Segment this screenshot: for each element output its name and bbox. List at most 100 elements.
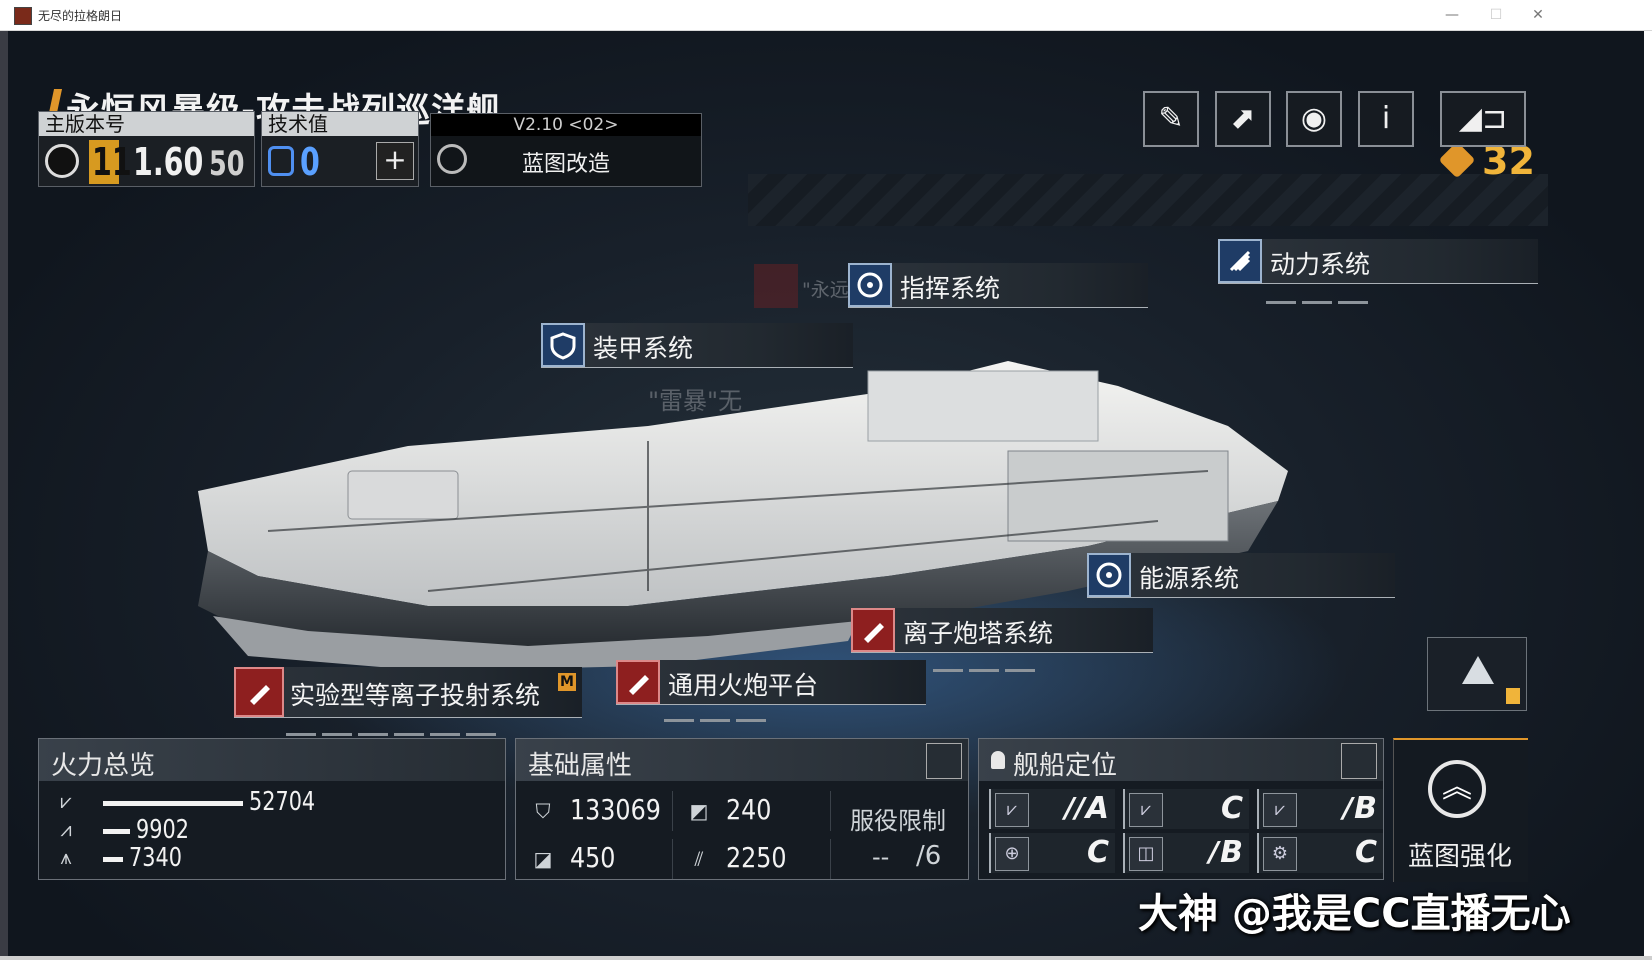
- positioning-switch-button[interactable]: [1341, 743, 1377, 779]
- role-cell[interactable]: ⩗ C: [1123, 789, 1249, 829]
- role-cell[interactable]: ⩗ //A: [989, 789, 1115, 829]
- tech-add-button[interactable]: +: [376, 142, 414, 180]
- firepower-bar: [103, 829, 130, 834]
- view-icon: ◉: [1300, 101, 1328, 136]
- system-command[interactable]: 指挥系统: [848, 263, 1148, 308]
- role-prefix: //: [1064, 791, 1085, 824]
- support-icon: ◫: [1129, 837, 1163, 871]
- back-icon: ◢⊐: [1458, 101, 1508, 136]
- firepower-bar: [103, 801, 243, 806]
- enhance-label: 蓝图强化: [1408, 842, 1513, 872]
- system-energy[interactable]: 能源系统: [1087, 553, 1395, 598]
- watermark: 大神 @我是CC直播无心: [1138, 891, 1571, 937]
- anti-ship-icon: ⩗: [1263, 793, 1297, 827]
- hp-shield-icon: ⛉: [535, 799, 551, 823]
- service-limit-label: 服役限制: [850, 807, 946, 835]
- command-ghost-icon: [754, 264, 798, 308]
- version-level: 11: [92, 140, 132, 184]
- attributes-panel: 基础属性 ⛉ 133069 ◩ 240 ◪ 450 ⫽ 2250 服役限制 --…: [515, 738, 969, 880]
- armor-value: 240: [726, 793, 772, 826]
- role-cell[interactable]: ◫ / B: [1123, 833, 1249, 873]
- role-grade: B: [1220, 835, 1243, 870]
- command-icon: [848, 263, 892, 307]
- role-grade: C: [1086, 835, 1109, 870]
- experimental-slots: [286, 721, 502, 736]
- siege-icon: ⩚: [60, 845, 72, 869]
- blueprint-box[interactable]: V2.10 <02> 蓝图改造: [430, 113, 702, 187]
- system-power[interactable]: 动力系统: [1218, 239, 1538, 284]
- gear-icon: ⚙: [1263, 837, 1297, 871]
- blueprint-modify-label: 蓝图改造: [521, 152, 610, 177]
- bottom-edge: [0, 956, 1652, 960]
- armor-stat-icon: ◩: [689, 799, 709, 823]
- system-gun-platform[interactable]: 通用火炮平台: [616, 660, 926, 705]
- positioning-header: 舰船定位: [979, 739, 1383, 781]
- power-slots: [1266, 289, 1374, 304]
- ion-turret-label: 离子炮塔系统: [903, 619, 1054, 648]
- game-viewport: 永恒风暴级-攻击战列巡洋舰 主版本号 11 1.60 50 技术值 0 + V2…: [8, 31, 1644, 956]
- firepower-value: 7340: [129, 843, 182, 873]
- speed-value: 2250: [726, 841, 787, 874]
- attributes-copy-button[interactable]: [926, 743, 962, 779]
- service-limit-value: --: [872, 843, 890, 871]
- version-label: 主版本号: [39, 112, 254, 136]
- fleet-upgrade-button[interactable]: [1427, 637, 1527, 711]
- experimental-label: 实验型等离子投射系统: [290, 681, 541, 710]
- target-icon: ⊕: [995, 837, 1029, 871]
- hp-cell: ⛉ 133069: [516, 791, 673, 831]
- role-grade: A: [1085, 791, 1109, 826]
- minimize-button[interactable]: —: [1432, 4, 1472, 26]
- upgrade-arrow-icon: [1462, 656, 1494, 684]
- version-gear-icon: [45, 144, 79, 178]
- firepower-value: 52704: [249, 787, 316, 817]
- shield-value: 450: [570, 841, 616, 874]
- armor-icon: [541, 323, 585, 367]
- share-button[interactable]: ⬈: [1215, 91, 1271, 147]
- system-ion-turret[interactable]: 离子炮塔系统: [851, 608, 1153, 653]
- ion-turret-slots: [933, 657, 1041, 672]
- close-button[interactable]: ✕: [1518, 4, 1558, 26]
- back-button[interactable]: ◢⊐: [1440, 91, 1526, 147]
- role-prefix: /: [1342, 791, 1353, 824]
- experimental-badge: M: [558, 673, 576, 691]
- gun-platform-slots: [664, 707, 772, 722]
- power-label: 动力系统: [1270, 250, 1371, 279]
- speed-cell: ⫽ 2250: [674, 839, 831, 879]
- command-label: 指挥系统: [900, 274, 1001, 303]
- info-button[interactable]: i: [1358, 91, 1414, 147]
- enhance-chevron-icon: ︽: [1428, 760, 1486, 818]
- firepower-header: 火力总览: [39, 739, 505, 781]
- ship-missile-pod: [347, 470, 459, 520]
- positioning-pin-icon: [991, 751, 1005, 769]
- version-level-badge: 11: [89, 140, 132, 184]
- hp-value: 133069: [570, 793, 661, 826]
- power-icon: [1218, 239, 1262, 283]
- armor-label: 装甲系统: [593, 334, 694, 363]
- system-armor[interactable]: 装甲系统: [541, 323, 853, 368]
- tech-box: 技术值 0 +: [261, 111, 419, 187]
- system-experimental[interactable]: 实验型等离子投射系统 M: [234, 667, 582, 718]
- info-icon: i: [1381, 101, 1391, 136]
- view-button[interactable]: ◉: [1286, 91, 1342, 147]
- blueprint-enhance-button[interactable]: ︽ 蓝图强化: [1393, 738, 1528, 882]
- anti-ship-icon: ⩗: [60, 789, 72, 813]
- role-cell[interactable]: ⩗ / B: [1257, 789, 1383, 829]
- firepower-bar: [103, 857, 123, 862]
- ship-engine-block: [1007, 450, 1229, 542]
- firepower-title: 火力总览: [51, 751, 156, 781]
- window-title: 无尽的拉格朗日: [38, 9, 123, 23]
- role-cell[interactable]: ⚙ C: [1257, 833, 1383, 873]
- tech-icon: [268, 146, 294, 176]
- maximize-button[interactable]: ☐: [1476, 4, 1516, 26]
- version-sub: 50: [209, 144, 245, 184]
- speed-icon: ⫽: [694, 847, 704, 871]
- armor-ghost-label: "雷暴"无: [648, 387, 743, 415]
- anti-air-icon: ⩘: [60, 817, 72, 841]
- ion-turret-icon: [851, 608, 895, 652]
- experimental-icon: [234, 667, 284, 717]
- tech-value: 0: [300, 140, 320, 184]
- role-grade: C: [1220, 791, 1243, 826]
- energy-label: 能源系统: [1139, 564, 1240, 593]
- paint-button[interactable]: ✎: [1143, 91, 1199, 147]
- role-cell[interactable]: ⊕ C: [989, 833, 1115, 873]
